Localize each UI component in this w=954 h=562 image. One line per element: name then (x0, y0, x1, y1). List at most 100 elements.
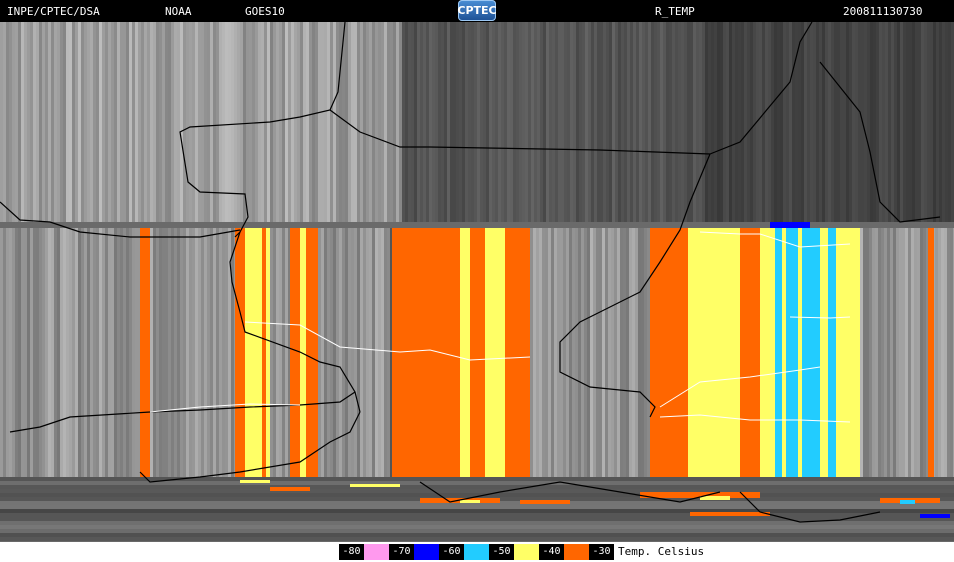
middle-color-stripe (300, 222, 306, 477)
upper-stripe (105, 22, 108, 222)
middle-gray-stripe (563, 222, 566, 477)
middle-gray-stripe (120, 222, 123, 477)
middle-gray-stripe (536, 222, 539, 477)
upper-stripe (726, 22, 729, 222)
middle-gray-stripe (219, 222, 222, 477)
upper-stripe (324, 22, 327, 222)
middle-gray-stripe (935, 222, 938, 477)
upper-stripe (789, 22, 792, 222)
middle-gray-stripe (192, 222, 195, 477)
upper-stripe (912, 22, 915, 222)
timestamp-label: 200811130730 (843, 5, 923, 18)
upper-stripe (426, 22, 429, 222)
upper-stripe (807, 22, 810, 222)
middle-gray-stripe (614, 222, 617, 477)
middle-gray-stripe (276, 222, 279, 477)
middle-gray-stripe (590, 222, 593, 477)
upper-stripe (918, 22, 921, 222)
upper-stripe (564, 22, 567, 222)
upper-stripe (156, 22, 159, 222)
upper-stripe (195, 22, 198, 222)
upper-stripe (822, 22, 825, 222)
upper-stripe (144, 22, 147, 222)
upper-stripe (114, 22, 117, 222)
upper-stripe (561, 22, 564, 222)
upper-stripe (834, 22, 837, 222)
upper-stripe (687, 22, 690, 222)
upper-stripe (417, 22, 420, 222)
middle-gray-stripe (63, 222, 66, 477)
upper-stripe (684, 22, 687, 222)
upper-stripe (696, 22, 699, 222)
lower-band (0, 489, 954, 493)
middle-gray-stripe (273, 222, 276, 477)
lower-band (0, 517, 954, 521)
upper-stripe (771, 22, 774, 222)
middle-gray-stripe (135, 222, 138, 477)
upper-stripe (942, 22, 945, 222)
upper-stripe (792, 22, 795, 222)
upper-stripe (330, 22, 333, 222)
upper-stripe (435, 22, 438, 222)
middle-gray-stripe (554, 222, 557, 477)
upper-stripe (636, 22, 639, 222)
upper-stripe (357, 22, 360, 222)
upper-stripe (480, 22, 483, 222)
legend-label: -40 (539, 544, 564, 560)
upper-stripe (831, 22, 834, 222)
upper-stripe (597, 22, 600, 222)
upper-stripe (765, 22, 768, 222)
middle-gray-stripe (27, 222, 30, 477)
middle-gray-stripe (36, 222, 39, 477)
middle-gray-stripe (608, 222, 611, 477)
middle-color-stripe (392, 222, 455, 477)
upper-stripe (588, 22, 591, 222)
middle-gray-stripe (177, 222, 180, 477)
legend-title: Temp. Celsius (618, 545, 705, 558)
upper-stripe (45, 22, 48, 222)
middle-gray-stripe (914, 222, 917, 477)
upper-stripe (459, 22, 462, 222)
upper-stripe (246, 22, 249, 222)
upper-stripe (420, 22, 423, 222)
upper-stripe (744, 22, 747, 222)
middle-gray-stripe (575, 222, 578, 477)
middle-gray-stripe (950, 222, 953, 477)
upper-stripe (504, 22, 507, 222)
upper-stripe (516, 22, 519, 222)
middle-gray-stripe (626, 222, 629, 477)
upper-stripe (639, 22, 642, 222)
upper-stripe (666, 22, 669, 222)
middle-gray-stripe (39, 222, 42, 477)
upper-stripe (852, 22, 855, 222)
middle-gray-stripe (153, 222, 156, 477)
upper-stripe (9, 22, 12, 222)
upper-stripe (633, 22, 636, 222)
middle-gray-stripe (3, 222, 6, 477)
middle-gray-stripe (908, 222, 911, 477)
upper-stripe (12, 22, 15, 222)
upper-stripe (228, 22, 231, 222)
middle-gray-stripe (207, 222, 210, 477)
upper-stripe (135, 22, 138, 222)
upper-stripe (828, 22, 831, 222)
middle-gray-stripe (225, 222, 228, 477)
upper-stripe (108, 22, 111, 222)
middle-gray-stripe (279, 222, 282, 477)
satellite-label: GOES10 (245, 5, 285, 18)
upper-stripe (555, 22, 558, 222)
upper-stripe (66, 22, 69, 222)
upper-stripe (627, 22, 630, 222)
upper-stripe (81, 22, 84, 222)
middle-gray-stripe (884, 222, 887, 477)
upper-stripe (654, 22, 657, 222)
middle-color-stripe (828, 222, 836, 477)
upper-stripe (513, 22, 516, 222)
upper-stripe (522, 22, 525, 222)
upper-stripe (609, 22, 612, 222)
upper-stripe (387, 22, 390, 222)
middle-gray-stripe (920, 222, 923, 477)
upper-stripe (720, 22, 723, 222)
upper-stripe (735, 22, 738, 222)
upper-stripe (111, 22, 114, 222)
